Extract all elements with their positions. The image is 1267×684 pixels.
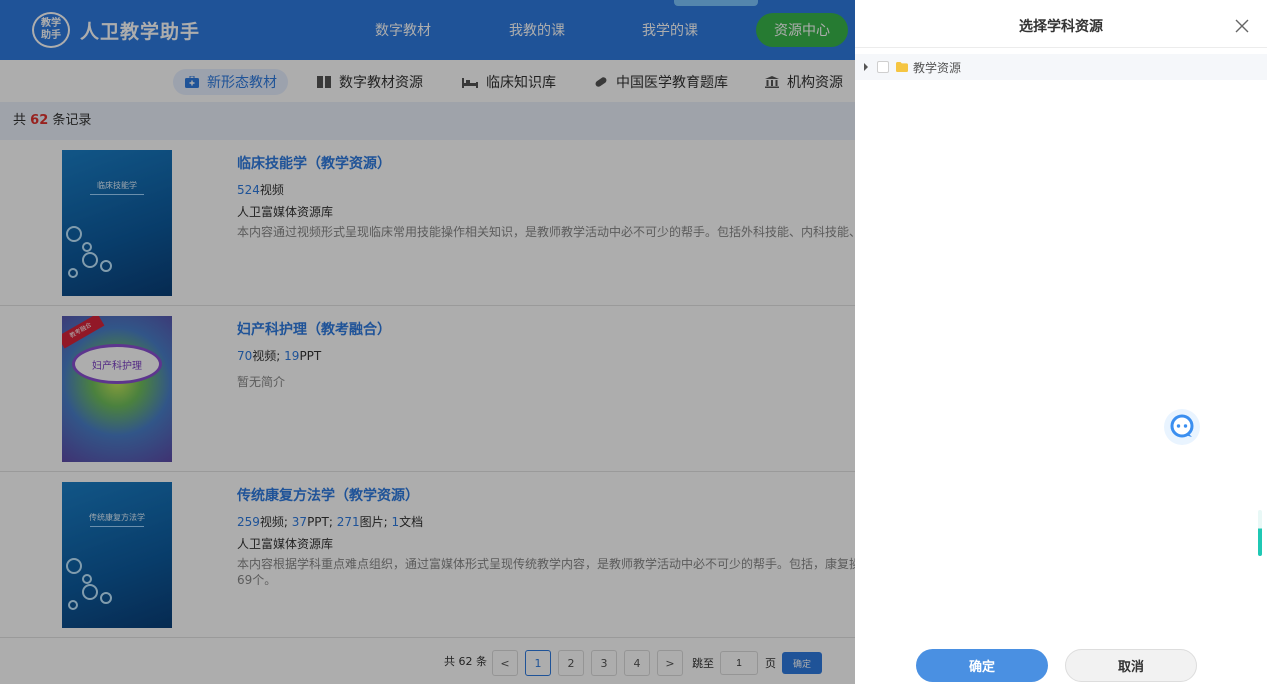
select-resource-drawer: 选择学科资源 教学资源 确定 取消 [855,0,1267,684]
chat-assistant-button[interactable] [1164,409,1200,445]
scroll-indicator[interactable] [1258,510,1262,556]
drawer-header: 选择学科资源 [855,0,1267,48]
tree-node-label: 教学资源 [913,60,962,75]
cancel-button[interactable]: 取消 [1065,649,1197,682]
drawer-title: 选择学科资源 [1019,19,1103,35]
tree-checkbox[interactable] [877,61,889,73]
close-icon[interactable] [1235,19,1249,33]
chat-bot-icon [1170,414,1194,438]
caret-right-icon[interactable] [864,63,868,71]
folder-icon [896,62,908,72]
confirm-button[interactable]: 确定 [916,649,1048,682]
tree-node-teaching-resources[interactable]: 教学资源 [855,54,1267,80]
